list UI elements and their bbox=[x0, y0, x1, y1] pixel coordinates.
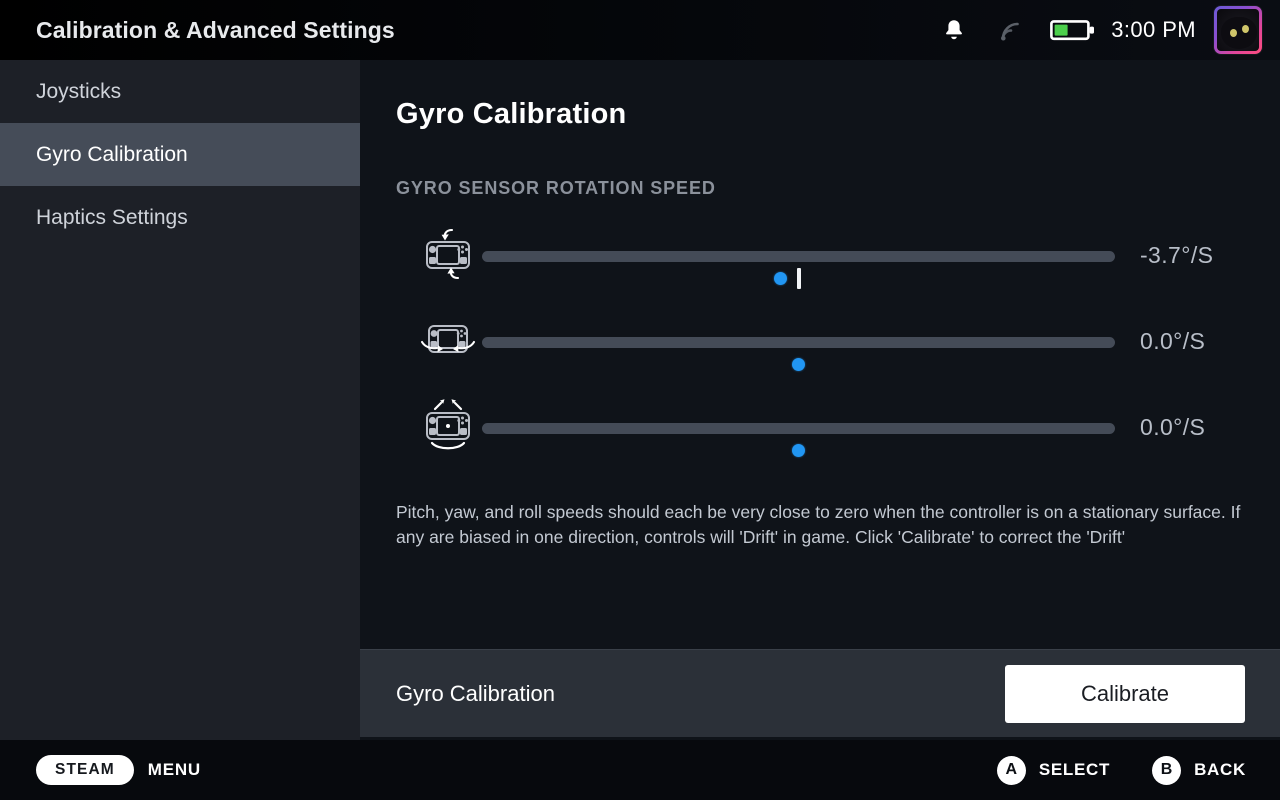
sidebar-item-label: Joysticks bbox=[36, 79, 122, 103]
sidebar-item-gyro-calibration[interactable]: Gyro Calibration bbox=[0, 123, 360, 186]
battery-icon[interactable] bbox=[1041, 17, 1105, 43]
settings-sidebar: Joysticks Gyro Calibration Haptics Setti… bbox=[0, 60, 360, 740]
gyro-yaw-value: 0.0°/S bbox=[1140, 327, 1206, 354]
button-hints: A SELECT B BACK bbox=[955, 755, 1280, 785]
gyro-calibration-action-row: Gyro Calibration Calibrate bbox=[360, 649, 1280, 737]
gyro-pitch-zero-marker bbox=[796, 268, 801, 289]
hint-b-label: BACK bbox=[1194, 760, 1246, 779]
gyro-description-text: Pitch, yaw, and roll speeds should each … bbox=[396, 502, 1241, 547]
sidebar-item-haptics-settings[interactable]: Haptics Settings bbox=[0, 186, 360, 249]
gyro-roll-value: 0.0°/S bbox=[1140, 413, 1206, 440]
gyro-yaw-slider-knob[interactable] bbox=[792, 358, 805, 371]
main-content-panel: Gyro Calibration GYRO SENSOR ROTATION SP… bbox=[360, 60, 1280, 740]
gyro-roll-slider-knob[interactable] bbox=[792, 444, 805, 457]
gyro-axis-row-roll: 0.0°/S bbox=[360, 397, 1280, 457]
clock: 3:00 PM bbox=[1111, 17, 1196, 42]
settings-scroll-area: Gyro Calibration GYRO SENSOR ROTATION SP… bbox=[360, 60, 1280, 589]
gyro-axis-row-pitch: -3.7°/S bbox=[360, 225, 1280, 289]
gyro-roll-slider[interactable] bbox=[482, 423, 1115, 457]
status-icons-area: 3:00 PM bbox=[925, 6, 1280, 54]
gyro-yaw-icon bbox=[413, 311, 483, 371]
hint-b-back[interactable]: B BACK bbox=[1152, 755, 1246, 785]
page-title: Gyro Calibration bbox=[396, 98, 627, 130]
section-header-gyro-rotation-speed: GYRO SENSOR ROTATION SPEED bbox=[396, 178, 716, 198]
wifi-icon[interactable] bbox=[983, 18, 1041, 42]
calibrate-button[interactable]: Calibrate bbox=[1005, 664, 1245, 723]
gyro-axis-row-yaw: 0.0°/S bbox=[360, 311, 1280, 371]
menu-label: MENU bbox=[147, 760, 202, 779]
top-status-bar: Calibration & Advanced Settings 3:00 PM bbox=[0, 0, 1280, 60]
steam-deck-settings-screen: Calibration & Advanced Settings 3:00 PM … bbox=[0, 0, 1280, 800]
gyro-roll-icon bbox=[413, 397, 483, 457]
window-title: Calibration & Advanced Settings bbox=[36, 16, 395, 43]
gyro-pitch-slider[interactable] bbox=[482, 251, 1115, 289]
b-button-icon: B bbox=[1152, 755, 1182, 785]
gyro-pitch-slider-knob[interactable] bbox=[773, 272, 787, 285]
sidebar-item-joysticks[interactable]: Joysticks bbox=[0, 60, 360, 123]
hint-a-select[interactable]: A SELECT bbox=[996, 755, 1111, 785]
hint-a-label: SELECT bbox=[1038, 760, 1111, 779]
a-button-icon: A bbox=[996, 755, 1026, 785]
bottom-action-bar: STEAM MENU A SELECT B BACK bbox=[0, 740, 1280, 800]
sidebar-item-label: Haptics Settings bbox=[36, 205, 188, 229]
steam-button[interactable]: STEAM bbox=[36, 755, 134, 785]
sidebar-item-label: Gyro Calibration bbox=[36, 142, 188, 166]
bell-icon[interactable] bbox=[925, 18, 983, 42]
avatar[interactable] bbox=[1214, 6, 1262, 54]
gyro-pitch-value: -3.7°/S bbox=[1140, 241, 1214, 268]
action-row-label: Gyro Calibration bbox=[396, 680, 555, 706]
gyro-yaw-slider[interactable] bbox=[482, 337, 1115, 371]
gyro-pitch-icon bbox=[413, 225, 483, 285]
